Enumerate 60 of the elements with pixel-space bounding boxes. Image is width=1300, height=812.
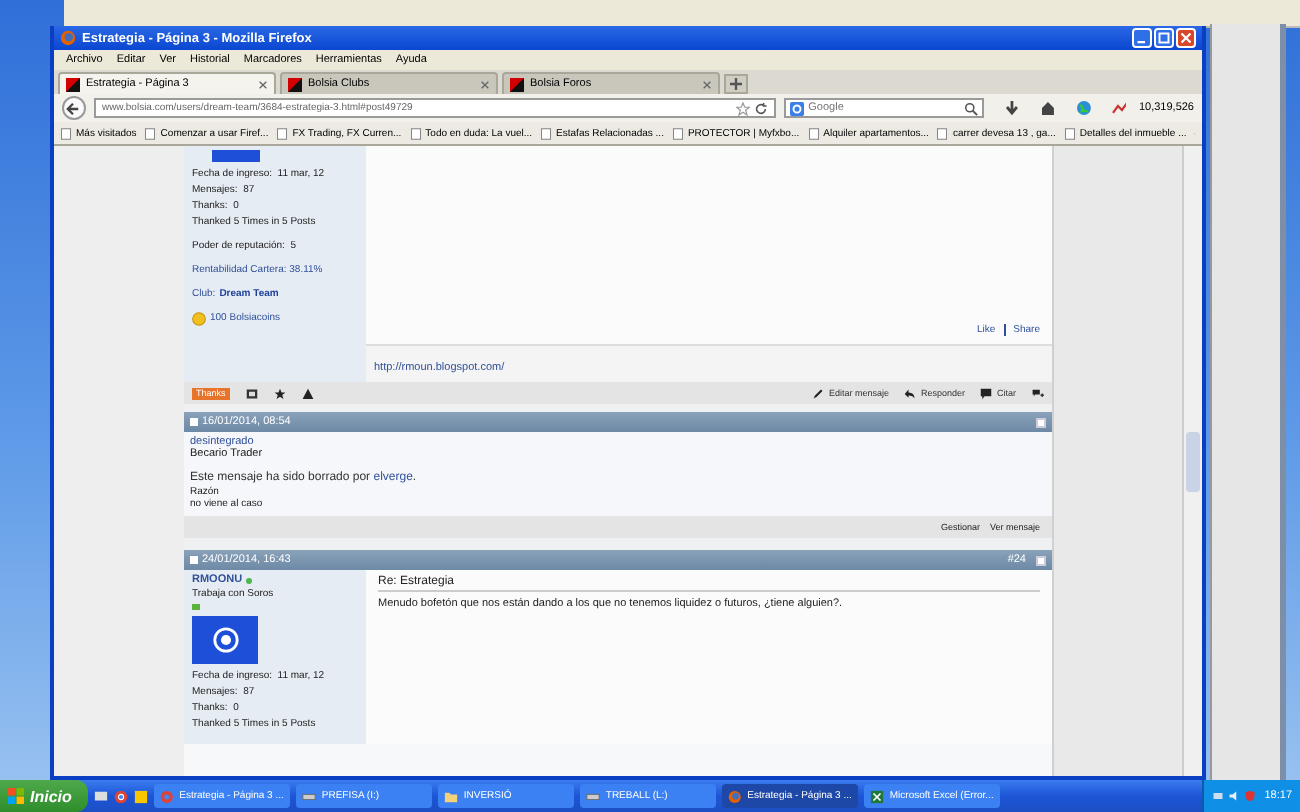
pencil-icon xyxy=(812,387,825,399)
speech-bubble-icon xyxy=(980,387,993,399)
search-engine-icon xyxy=(790,101,805,115)
bookmark-page-icon xyxy=(671,127,684,139)
favicon-icon xyxy=(288,77,302,91)
star-icon[interactable] xyxy=(273,387,286,399)
back-button[interactable] xyxy=(62,96,86,120)
close-tab-icon[interactable] xyxy=(702,79,712,89)
chrome-icon[interactable] xyxy=(113,789,128,803)
drive-icon xyxy=(301,789,316,803)
chart-icon[interactable] xyxy=(1111,100,1127,116)
bookmark-page-icon xyxy=(409,127,422,139)
multi-quote-icon[interactable] xyxy=(1032,387,1044,399)
bookmark-page-icon xyxy=(807,127,820,139)
bookmark-page-icon xyxy=(276,127,289,139)
speaker-icon[interactable] xyxy=(1228,790,1241,802)
favicon-icon xyxy=(66,77,80,91)
maximize-icon xyxy=(1158,32,1170,44)
bookmark-page-icon xyxy=(60,127,72,139)
minimize-button[interactable] xyxy=(1132,28,1152,48)
favicon-icon xyxy=(510,77,524,91)
close-button[interactable] xyxy=(1176,28,1196,48)
avatar-image xyxy=(212,150,260,162)
drive-icon xyxy=(585,789,600,803)
desktop-icon[interactable] xyxy=(93,789,108,803)
bookmark-page-icon xyxy=(1063,127,1076,139)
search-icon[interactable] xyxy=(963,101,978,115)
scrollbar[interactable] xyxy=(1182,146,1202,776)
back-arrow-icon xyxy=(66,101,81,115)
chrome-icon xyxy=(159,789,174,803)
bookmark-page-icon xyxy=(936,127,949,139)
warning-icon[interactable] xyxy=(301,387,314,399)
star-icon[interactable] xyxy=(736,101,751,115)
select-checkbox[interactable] xyxy=(1036,555,1046,565)
reload-icon[interactable] xyxy=(754,101,769,115)
close-tab-icon[interactable] xyxy=(258,79,268,89)
close-icon xyxy=(1180,32,1192,44)
firefox-logo-icon xyxy=(727,789,742,803)
reputation-bar xyxy=(192,604,200,610)
bookmark-page-icon xyxy=(540,127,553,139)
coin-icon xyxy=(192,312,206,326)
close-tab-icon[interactable] xyxy=(480,79,490,89)
bookmark-page-icon xyxy=(144,127,157,139)
network-icon[interactable] xyxy=(1212,790,1225,802)
windows-logo-icon xyxy=(8,788,24,804)
notes-icon[interactable] xyxy=(133,789,148,803)
reply-arrow-icon xyxy=(904,387,917,399)
new-tab-button[interactable] xyxy=(724,74,748,94)
start-button[interactable]: Inicio xyxy=(0,780,88,812)
globe-icon[interactable] xyxy=(1075,100,1092,116)
firefox-logo-icon xyxy=(60,30,76,46)
image-icon[interactable] xyxy=(245,387,258,399)
download-icon[interactable] xyxy=(1003,100,1020,116)
emblem-icon xyxy=(211,626,239,654)
maximize-button[interactable] xyxy=(1154,28,1174,48)
folder-icon xyxy=(443,789,458,803)
spreadsheet-icon xyxy=(869,789,884,803)
plus-icon xyxy=(730,78,742,90)
select-checkbox[interactable] xyxy=(1036,417,1046,427)
home-icon[interactable] xyxy=(1039,100,1056,116)
